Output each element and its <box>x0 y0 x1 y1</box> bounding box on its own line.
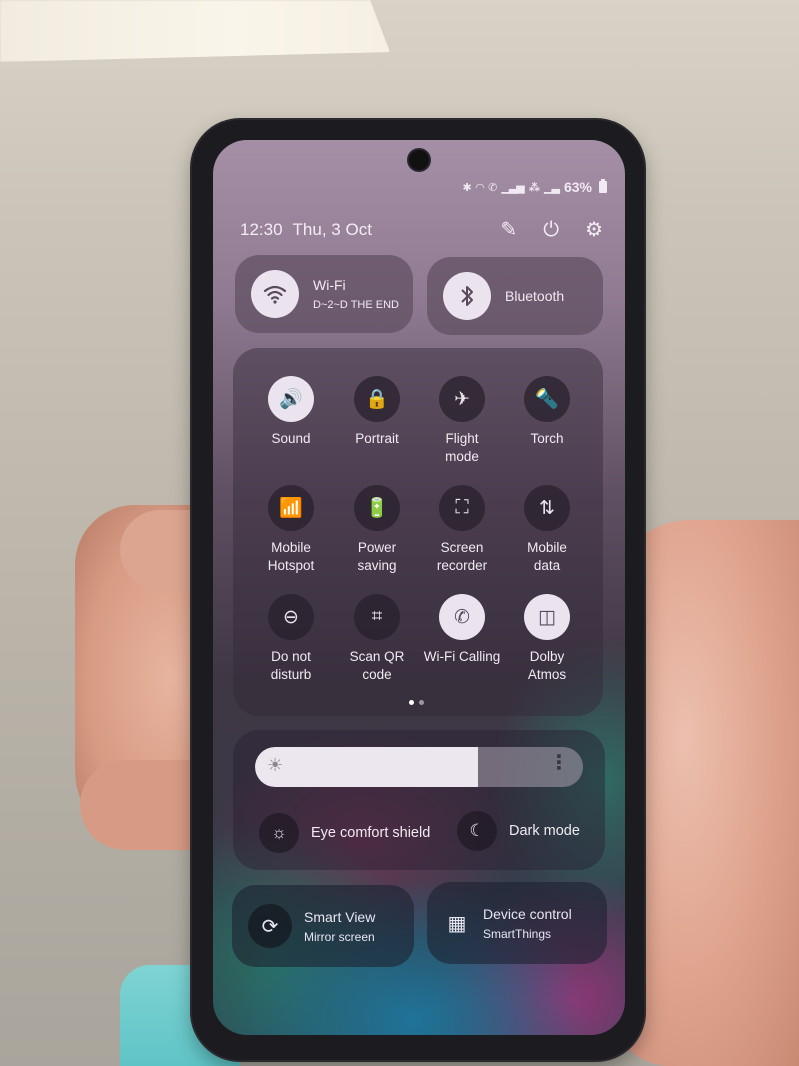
moon-icon[interactable]: ☾ <box>457 811 497 851</box>
airplane-icon[interactable]: ✈ <box>439 376 485 422</box>
quick-panel-screen: ✱ ◠ ✆ ▁▃▅ ⁂ ▁▃ 63% 12:30 Thu, 3 Oct ✎ ⏻ … <box>213 140 625 1035</box>
tile-label: Portrait <box>355 431 399 446</box>
tile-sound[interactable]: 🔊 Sound <box>246 376 336 448</box>
device-grid-icon[interactable]: ▦ <box>443 901 471 945</box>
sun-icon: ☀ <box>267 755 284 775</box>
page-dot-active[interactable] <box>409 700 414 705</box>
tile-label: Sound <box>271 431 311 446</box>
smart-view-tile[interactable]: ⟳ Smart View Mirror screen <box>232 885 414 967</box>
signal-icon: ▁▃▅ <box>501 181 524 194</box>
speaker-icon[interactable]: 🔊 <box>268 376 314 422</box>
bluetooth-title: Bluetooth <box>505 288 565 304</box>
rotation-lock-icon[interactable]: 🔒 <box>354 376 400 422</box>
screen-record-icon[interactable]: ⛶ <box>439 485 485 531</box>
bluetooth-icon: ✱ <box>462 181 471 194</box>
power-icon[interactable]: ⏻ <box>543 220 559 240</box>
wifi-call-icon[interactable]: ✆ <box>439 594 485 640</box>
brightness-slider[interactable]: ☀ ⋮ <box>255 747 583 787</box>
page-dot[interactable] <box>419 700 424 705</box>
wifi-calling-icon: ✆ <box>488 181 497 194</box>
tile-wifi-calling[interactable]: ✆ Wi-Fi Calling <box>417 594 507 666</box>
wifi-title: Wi-Fi <box>313 277 346 293</box>
wifi-icon: ◠ <box>475 181 485 194</box>
quick-panel-header: 12:30 Thu, 3 Oct ✎ ⏻ ⚙ <box>240 218 603 242</box>
date[interactable]: Thu, 3 Oct <box>293 220 372 240</box>
edit-icon[interactable]: ✎ <box>500 220 517 240</box>
hotspot-icon[interactable]: 📶 <box>268 485 314 531</box>
tile-scan-qr[interactable]: ⌗ Scan QR code <box>332 594 422 684</box>
bluetooth-tile[interactable]: Bluetooth <box>427 257 603 335</box>
volte-icon: ⁂ <box>528 181 540 194</box>
tile-label: Torch <box>530 431 564 446</box>
gear-icon[interactable]: ⚙ <box>585 220 603 240</box>
tile-screen-recorder[interactable]: ⛶ Screen recorder <box>417 485 507 575</box>
device-control-title: Device control <box>483 905 572 922</box>
minus-circle-icon[interactable]: ⊖ <box>268 594 314 640</box>
tile-label: Wi-Fi Calling <box>423 649 501 664</box>
tile-label: Dolby Atmos <box>527 649 567 682</box>
tile-label: Screen recorder <box>436 540 488 573</box>
tile-flight-mode[interactable]: ✈ Flight mode <box>417 376 507 466</box>
tile-torch[interactable]: 🔦 Torch <box>502 376 592 448</box>
front-camera <box>409 150 429 170</box>
tile-dolby-atmos[interactable]: ◫ Dolby Atmos <box>502 594 592 684</box>
flashlight-icon[interactable]: 🔦 <box>524 376 570 422</box>
eye-comfort-label: Eye comfort shield <box>311 825 431 841</box>
wifi-icon[interactable] <box>251 270 299 318</box>
battery-percent: 63% <box>563 179 592 195</box>
smart-view-subtitle: Mirror screen <box>304 929 375 944</box>
status-bar: ✱ ◠ ✆ ▁▃▅ ⁂ ▁▃ 63% <box>462 178 607 196</box>
more-options-icon[interactable]: ⋮ <box>549 753 569 773</box>
data-arrows-icon[interactable]: ⇅ <box>524 485 570 531</box>
wifi-tile[interactable]: Wi-Fi D~2~D THE END <box>235 255 413 333</box>
device-control-subtitle: SmartThings <box>483 926 552 941</box>
page-indicator[interactable] <box>409 700 424 705</box>
tile-label: Flight mode <box>445 431 479 464</box>
battery-icon <box>599 179 607 193</box>
eye-comfort-icon[interactable]: ☼ <box>259 813 299 853</box>
background-sunlight <box>0 0 390 62</box>
tile-do-not-disturb[interactable]: ⊖ Do not disturb <box>246 594 336 684</box>
clock[interactable]: 12:30 <box>240 220 283 240</box>
dark-mode-label: Dark mode <box>509 823 580 839</box>
tile-mobile-hotspot[interactable]: 📶 Mobile Hotspot <box>246 485 336 575</box>
tile-label: Power saving <box>357 540 397 573</box>
signal-icon-2: ▁▃ <box>544 181 560 194</box>
dark-mode-toggle[interactable]: ☾ Dark mode <box>457 811 580 851</box>
bluetooth-icon[interactable] <box>443 272 491 320</box>
tile-label: Mobile Hotspot <box>267 540 315 573</box>
smart-view-title: Smart View <box>304 908 376 925</box>
smart-view-icon[interactable]: ⟳ <box>248 904 292 948</box>
tile-power-saving[interactable]: 🔋 Power saving <box>332 485 422 575</box>
eye-comfort-toggle[interactable]: ☼ Eye comfort shield <box>259 813 430 853</box>
brightness-fill <box>255 747 479 787</box>
tile-label: Do not disturb <box>270 649 312 682</box>
qr-scan-icon[interactable]: ⌗ <box>354 594 400 640</box>
dolby-icon[interactable]: ◫ <box>524 594 570 640</box>
tile-mobile-data[interactable]: ⇅ Mobile data <box>502 485 592 575</box>
tile-label: Scan QR code <box>349 649 405 682</box>
device-control-tile[interactable]: ▦ Device control SmartThings <box>427 882 607 964</box>
tile-portrait[interactable]: 🔒 Portrait <box>332 376 422 448</box>
tile-label: Mobile data <box>527 540 567 573</box>
battery-leaf-icon[interactable]: 🔋 <box>354 485 400 531</box>
wifi-network-name: D~2~D THE END <box>313 299 399 311</box>
